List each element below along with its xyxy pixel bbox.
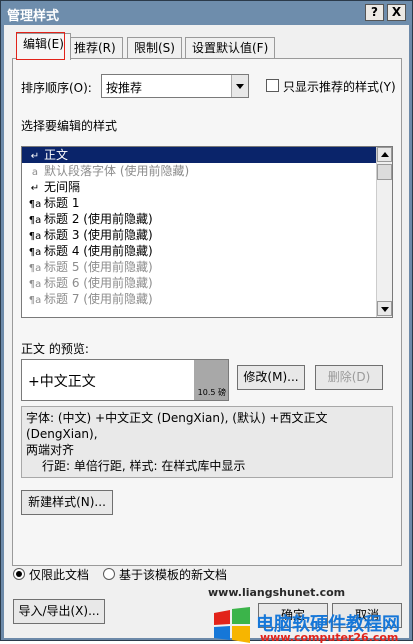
- style-listbox[interactable]: ↵ 正文 a 默认段落字体 (使用前隐藏) ↵ 无间隔 ¶a 标题 1 ¶a 标题 2 (使用前隐…: [21, 146, 393, 318]
- close-button[interactable]: X: [387, 4, 406, 21]
- style-name: 标题 7 (使用前隐藏): [44, 292, 153, 306]
- style-list: ↵ 正文 a 默认段落字体 (使用前隐藏) ↵ 无间隔 ¶a 标题 1 ¶a 标题 2 (使用前隐…: [22, 147, 392, 307]
- sort-order-value: 按推荐: [106, 81, 143, 95]
- style-name: 标题 5 (使用前隐藏): [44, 260, 153, 274]
- description-line-2: 两端对齐: [26, 443, 75, 457]
- help-button[interactable]: ?: [365, 4, 384, 21]
- style-preview: +中文正文 10.5 磅: [21, 359, 229, 401]
- style-list-item[interactable]: ¶a 标题 5 (使用前隐藏): [22, 259, 392, 275]
- description-line-3: 行距: 单倍行距, 样式: 在样式库中显示: [42, 459, 246, 473]
- style-name: 标题 2 (使用前隐藏): [44, 212, 153, 226]
- import-export-button[interactable]: 导入/导出(X)...: [13, 599, 105, 624]
- style-list-item[interactable]: a 默认段落字体 (使用前隐藏): [22, 163, 392, 179]
- style-name: 默认段落字体 (使用前隐藏): [44, 164, 190, 178]
- style-list-item[interactable]: ↵ 无间隔: [22, 179, 392, 195]
- title-bar: 管理样式 ? X: [1, 1, 412, 25]
- style-name: 标题 4 (使用前隐藏): [44, 244, 153, 258]
- preview-text: +中文正文: [28, 374, 96, 390]
- style-list-item[interactable]: ↵ 正文: [22, 147, 392, 163]
- tab-set-defaults[interactable]: 设置默认值(F): [185, 37, 276, 59]
- style-name: 无间隔: [44, 180, 81, 194]
- new-documents-radio[interactable]: [103, 568, 115, 580]
- this-document-label[interactable]: 仅限此文档: [29, 566, 89, 583]
- style-name: 标题 6 (使用前隐藏): [44, 276, 153, 290]
- scrollbar[interactable]: [376, 147, 392, 317]
- style-list-item[interactable]: ¶a 标题 2 (使用前隐藏): [22, 211, 392, 227]
- style-name: 正文: [44, 148, 69, 162]
- watermark-url: www.liangshunet.com: [208, 586, 346, 599]
- dialog-body: 编辑(E) 推荐(R) 限制(S) 设置默认值(F) 排序顺序(O): 按推荐 …: [4, 25, 409, 644]
- only-recommended-checkbox[interactable]: [266, 79, 279, 92]
- scroll-up-button[interactable]: [377, 147, 392, 162]
- style-list-item[interactable]: ¶a 标题 3 (使用前隐藏): [22, 227, 392, 243]
- chevron-down-icon[interactable]: [231, 75, 248, 97]
- arrow-down-icon: [381, 307, 389, 312]
- style-list-item[interactable]: ¶a 标题 7 (使用前隐藏): [22, 291, 392, 307]
- style-list-item[interactable]: ¶a 标题 1: [22, 195, 392, 211]
- style-name: 标题 3 (使用前隐藏): [44, 228, 153, 242]
- scroll-down-button[interactable]: [377, 301, 392, 316]
- only-recommended-label[interactable]: 只显示推荐的样式(Y): [283, 78, 396, 95]
- watermark-site-url: www.computer26.com: [260, 631, 399, 644]
- arrow-up-icon: [381, 152, 389, 157]
- preview-size: 10.5 磅: [197, 388, 226, 397]
- scroll-thumb[interactable]: [377, 164, 392, 180]
- manage-styles-dialog: 管理样式 ? X 编辑(E) 推荐(R) 限制(S) 设置默认值(F) 排序顺序…: [0, 0, 413, 644]
- sort-order-label: 排序顺序(O):: [21, 81, 92, 95]
- select-style-label: 选择要编辑的样式: [21, 119, 118, 133]
- dialog-title: 管理样式: [7, 9, 60, 24]
- tab-highlight-box: [16, 32, 65, 60]
- preview-size-box: 10.5 磅: [194, 360, 228, 400]
- new-style-button[interactable]: 新建样式(N)...: [21, 490, 113, 515]
- linked-style-icon: ¶a: [28, 295, 42, 306]
- modify-button[interactable]: 修改(M)...: [237, 365, 305, 390]
- description-line-1: 字体: (中文) +中文正文 (DengXian), (默认) +西文正文 (D…: [26, 411, 328, 441]
- tab-recommend[interactable]: 推荐(R): [67, 37, 123, 59]
- delete-button[interactable]: 删除(D): [315, 365, 383, 390]
- style-name: 标题 1: [44, 196, 80, 210]
- sort-order-select[interactable]: 按推荐: [101, 74, 249, 98]
- style-description: 字体: (中文) +中文正文 (DengXian), (默认) +西文正文 (D…: [21, 406, 393, 478]
- this-document-radio[interactable]: [13, 568, 25, 580]
- style-list-item[interactable]: ¶a 标题 4 (使用前隐藏): [22, 243, 392, 259]
- new-documents-label[interactable]: 基于该模板的新文档: [119, 566, 227, 583]
- edit-tab-panel: 排序顺序(O): 按推荐 只显示推荐的样式(Y) 选择要编辑的样式 ↵ 正文 a 默认…: [12, 58, 402, 566]
- style-list-item[interactable]: ¶a 标题 6 (使用前隐藏): [22, 275, 392, 291]
- preview-label: 正文 的预览:: [21, 342, 89, 356]
- windows-logo: [214, 607, 250, 643]
- tab-restrict[interactable]: 限制(S): [127, 37, 182, 59]
